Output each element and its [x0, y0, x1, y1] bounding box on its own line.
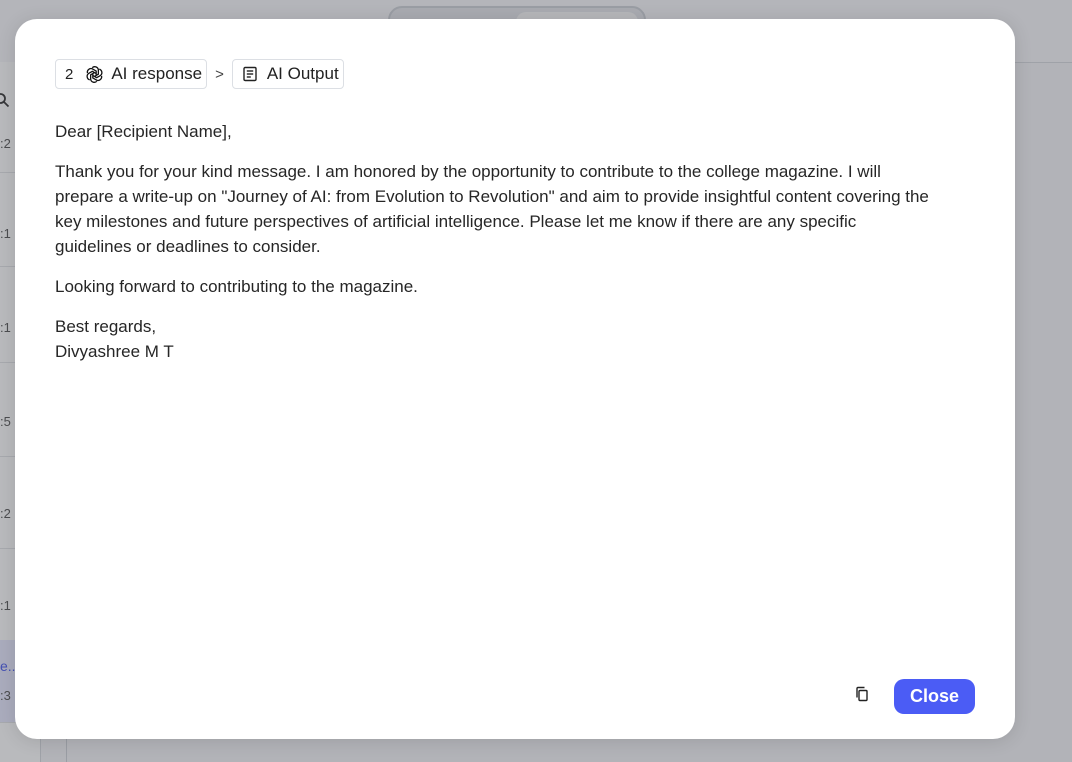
body-line: guidelines or deadlines to consider. [55, 237, 321, 256]
signoff: Best regards, [55, 317, 157, 336]
step-number: 2 [65, 65, 74, 83]
body-line: prepare a write-up on "Journey of AI: fr… [55, 187, 929, 206]
body-line: key milestones and future perspectives o… [55, 212, 857, 231]
body-paragraph: Thank you for your kind message. I am ho… [55, 159, 985, 259]
greeting: Dear [Recipient Name], [55, 122, 232, 141]
step-label: AI response [111, 64, 203, 83]
copy-icon [854, 686, 870, 707]
document-icon [239, 63, 261, 85]
modal-actions: Close [848, 679, 975, 714]
breadcrumb: 2 AI response > AI Output [55, 59, 344, 89]
signature-block: Best regards, Divyashree M T [55, 314, 985, 364]
breadcrumb-separator: > [215, 65, 224, 83]
breadcrumb-step-ai-response[interactable]: 2 AI response [55, 59, 208, 89]
body-line: Thank you for your kind message. I am ho… [55, 162, 881, 181]
copy-button[interactable] [848, 683, 876, 711]
close-button[interactable]: Close [893, 679, 975, 714]
ai-output-modal: 2 AI response > AI Output Dear [Recipien… [15, 19, 1015, 739]
openai-icon [83, 63, 105, 85]
signature: Divyashree M T [55, 342, 174, 361]
breadcrumb-ai-output[interactable]: AI Output [231, 59, 344, 89]
ai-output-content: Dear [Recipient Name], Thank you for you… [55, 119, 985, 379]
output-label: AI Output [266, 64, 339, 83]
closing-line: Looking forward to contributing to the m… [55, 277, 418, 296]
